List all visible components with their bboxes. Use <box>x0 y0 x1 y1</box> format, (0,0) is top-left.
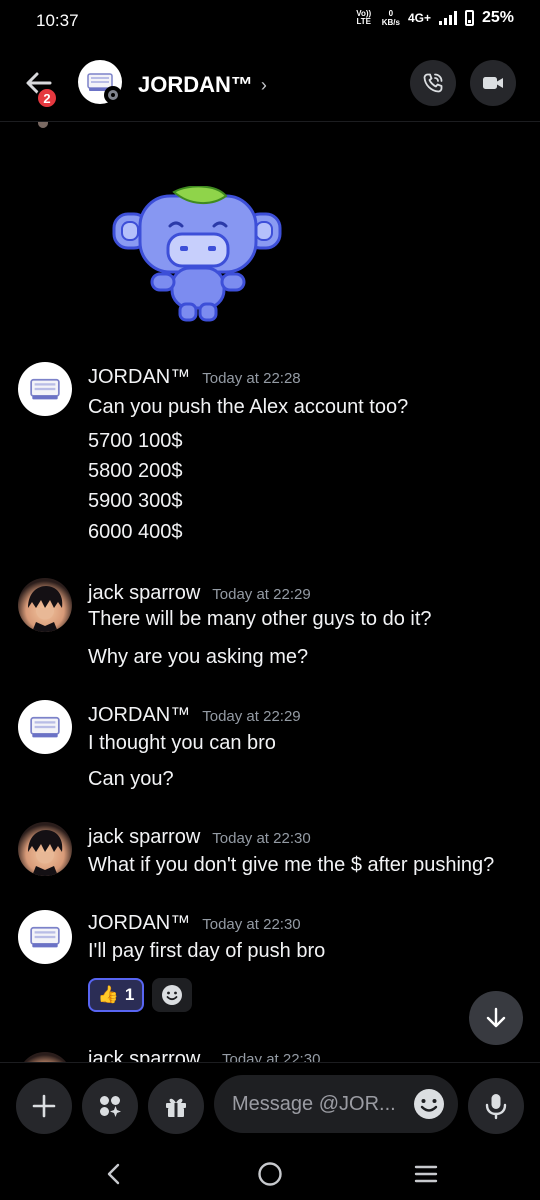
message-timestamp: Today at 22:30 <box>202 916 301 933</box>
message-group-partial[interactable]: jack sparrow Today at 22:30 <box>0 1048 540 1062</box>
contact-name: JORDAN™ <box>138 72 253 97</box>
apps-icon <box>100 1096 121 1117</box>
avatar[interactable] <box>18 700 72 754</box>
message-text: There will be many other guys to do it? <box>88 608 432 630</box>
offline-status-icon <box>104 86 122 104</box>
emoji-icon[interactable] <box>412 1087 446 1121</box>
chevron-right-icon: › <box>260 74 267 95</box>
jump-to-present-button[interactable] <box>469 991 523 1045</box>
keyboard-avatar-icon <box>30 378 60 400</box>
avatar[interactable] <box>18 910 72 964</box>
message-text: Can you? <box>88 768 174 790</box>
message-author[interactable]: jack sparrow <box>88 1048 200 1062</box>
video-call-icon <box>483 77 503 89</box>
nav-recents-button[interactable] <box>408 1156 444 1192</box>
message-composer: Message @JOR... <box>0 1062 540 1146</box>
battery-percent: 25% <box>481 9 514 26</box>
nav-home-button[interactable] <box>252 1156 288 1192</box>
network-speed-unit: KB/s <box>381 18 400 27</box>
channel-title[interactable]: JORDAN™ › <box>138 72 267 98</box>
anime-avatar-icon <box>28 830 63 876</box>
nav-back-button[interactable] <box>96 1156 132 1192</box>
avatar[interactable] <box>18 578 72 632</box>
microphone-icon <box>485 1094 507 1120</box>
nav-menu-icon <box>414 1165 438 1183</box>
gift-icon <box>166 1098 186 1117</box>
system-navigation-bar <box>0 1146 540 1200</box>
message-timestamp: Today at 22:29 <box>212 586 311 603</box>
message-text: 5800 200$ <box>88 460 183 482</box>
nav-home-icon <box>258 1162 282 1186</box>
message-input[interactable]: Message @JOR... <box>214 1075 458 1133</box>
plus-icon <box>32 1094 56 1118</box>
message-text: 6000 400$ <box>88 521 183 543</box>
network-speed-value: 0 <box>388 9 394 18</box>
nav-back-icon <box>107 1163 120 1185</box>
video-call-button[interactable] <box>470 60 516 106</box>
keyboard-avatar-icon <box>30 926 60 948</box>
message-author[interactable]: jack sparrow <box>88 582 200 605</box>
keyboard-avatar-icon <box>30 716 60 738</box>
message-author[interactable]: jack sparrow <box>88 826 200 849</box>
message-text: 5700 100$ <box>88 430 183 452</box>
message-header: JORDAN™ Today at 22:29 <box>88 704 301 727</box>
status-indicators: Vo)) LTE 0 KB/s 4G+ 25% <box>354 9 514 27</box>
message-text: I'll pay first day of push bro <box>88 940 326 962</box>
reaction-count: 1 <box>124 985 135 1004</box>
avatar[interactable] <box>18 362 72 416</box>
message-timestamp: Today at 22:28 <box>202 370 301 387</box>
battery-icon <box>464 10 474 26</box>
phone-call-icon <box>423 73 443 93</box>
attach-button[interactable] <box>16 1078 72 1134</box>
message-author[interactable]: JORDAN™ <box>88 366 190 389</box>
message-header: JORDAN™ Today at 22:28 <box>88 366 301 389</box>
anime-avatar-icon <box>28 586 63 632</box>
voice-call-button[interactable] <box>410 60 456 106</box>
cut-off-avatar <box>38 122 48 128</box>
message-header: jack sparrow Today at 22:29 <box>88 582 311 605</box>
message-timestamp: Today at 22:30 <box>212 830 311 847</box>
message-timestamp: Today at 22:30 <box>222 1051 321 1062</box>
chat-header: 2 JORDAN™ › <box>0 46 540 122</box>
volte-indicator: Vo)) LTE <box>356 9 372 26</box>
message-text: What if you don't give me the $ after pu… <box>88 854 495 876</box>
message-author[interactable]: JORDAN™ <box>88 704 190 727</box>
apps-button[interactable] <box>82 1078 138 1134</box>
thumbs-up-icon: 👍 <box>97 985 119 1004</box>
network-speed: 0 KB/s <box>382 9 400 27</box>
message-timestamp: Today at 22:29 <box>202 708 301 725</box>
gift-button[interactable] <box>148 1078 204 1134</box>
signal-icon <box>438 11 457 25</box>
add-reaction-button[interactable] <box>152 978 192 1012</box>
message-text: 5900 300$ <box>88 490 183 512</box>
message-text: Why are you asking me? <box>88 646 309 668</box>
unread-badge: 2 <box>36 87 58 109</box>
voice-message-button[interactable] <box>468 1078 524 1134</box>
avatar[interactable] <box>18 822 72 876</box>
add-reaction-icon <box>162 985 182 1005</box>
status-bar: 10:37 Vo)) LTE 0 KB/s 4G+ 25% <box>0 0 540 46</box>
wumpus-sticker <box>112 186 282 322</box>
avatar[interactable] <box>18 1052 72 1062</box>
message-header: jack sparrow Today at 22:30 <box>88 826 311 849</box>
message-text: Can you push the Alex account too? <box>88 396 409 418</box>
message-header: JORDAN™ Today at 22:30 <box>88 912 301 935</box>
status-time: 10:37 <box>36 11 79 30</box>
message-text: I thought you can bro <box>88 732 276 754</box>
arrow-down-icon <box>486 1007 506 1028</box>
message-author[interactable]: JORDAN™ <box>88 912 190 935</box>
network-type: 4G+ <box>407 11 431 25</box>
message-input-placeholder: Message @JOR... <box>232 1092 396 1115</box>
reaction-thumbs-up[interactable]: 👍 1 <box>88 978 144 1012</box>
